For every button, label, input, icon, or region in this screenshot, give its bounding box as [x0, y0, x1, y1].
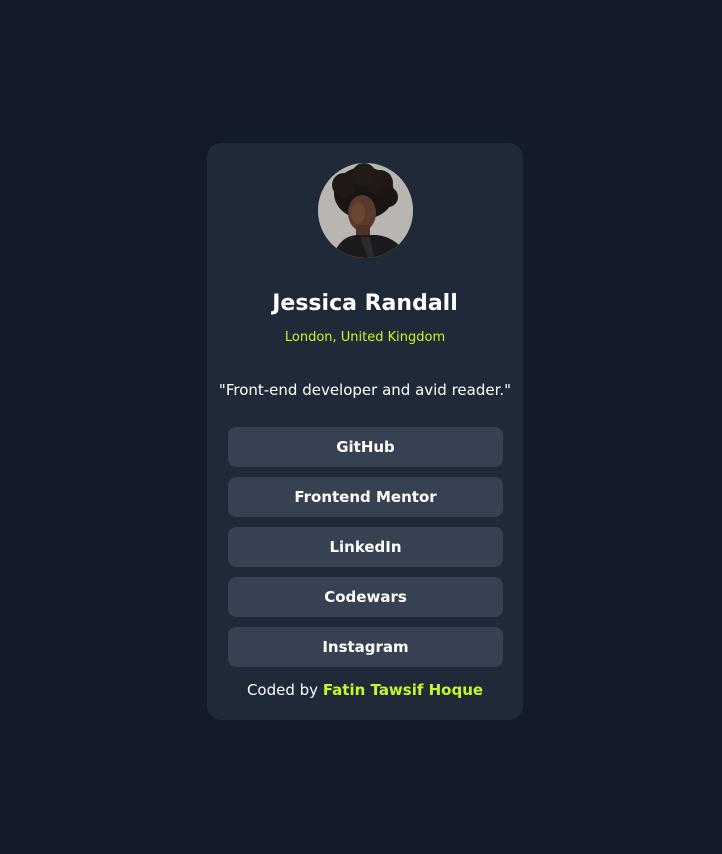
linkedin-link-button[interactable]: LinkedIn: [228, 527, 503, 567]
codewars-link-button[interactable]: Codewars: [228, 577, 503, 617]
instagram-link-button[interactable]: Instagram: [228, 627, 503, 667]
profile-location: London, United Kingdom: [284, 330, 446, 345]
attribution: Coded by Fatin Tawsif Hoque: [207, 680, 523, 700]
profile-name: Jessica Randall: [272, 291, 458, 316]
profile-bio: "Front-end developer and avid reader.": [218, 381, 512, 399]
avatar-photo: [318, 163, 413, 258]
social-links: GitHub Frontend Mentor LinkedIn Codewars…: [228, 427, 503, 677]
attribution-author-link[interactable]: Fatin Tawsif Hoque: [323, 681, 483, 699]
frontend-mentor-link-button[interactable]: Frontend Mentor: [228, 477, 503, 517]
github-link-button[interactable]: GitHub: [228, 427, 503, 467]
profile-card: Jessica Randall London, United Kingdom "…: [207, 143, 523, 720]
avatar: [318, 163, 413, 258]
attribution-prefix: Coded by: [246, 681, 319, 699]
